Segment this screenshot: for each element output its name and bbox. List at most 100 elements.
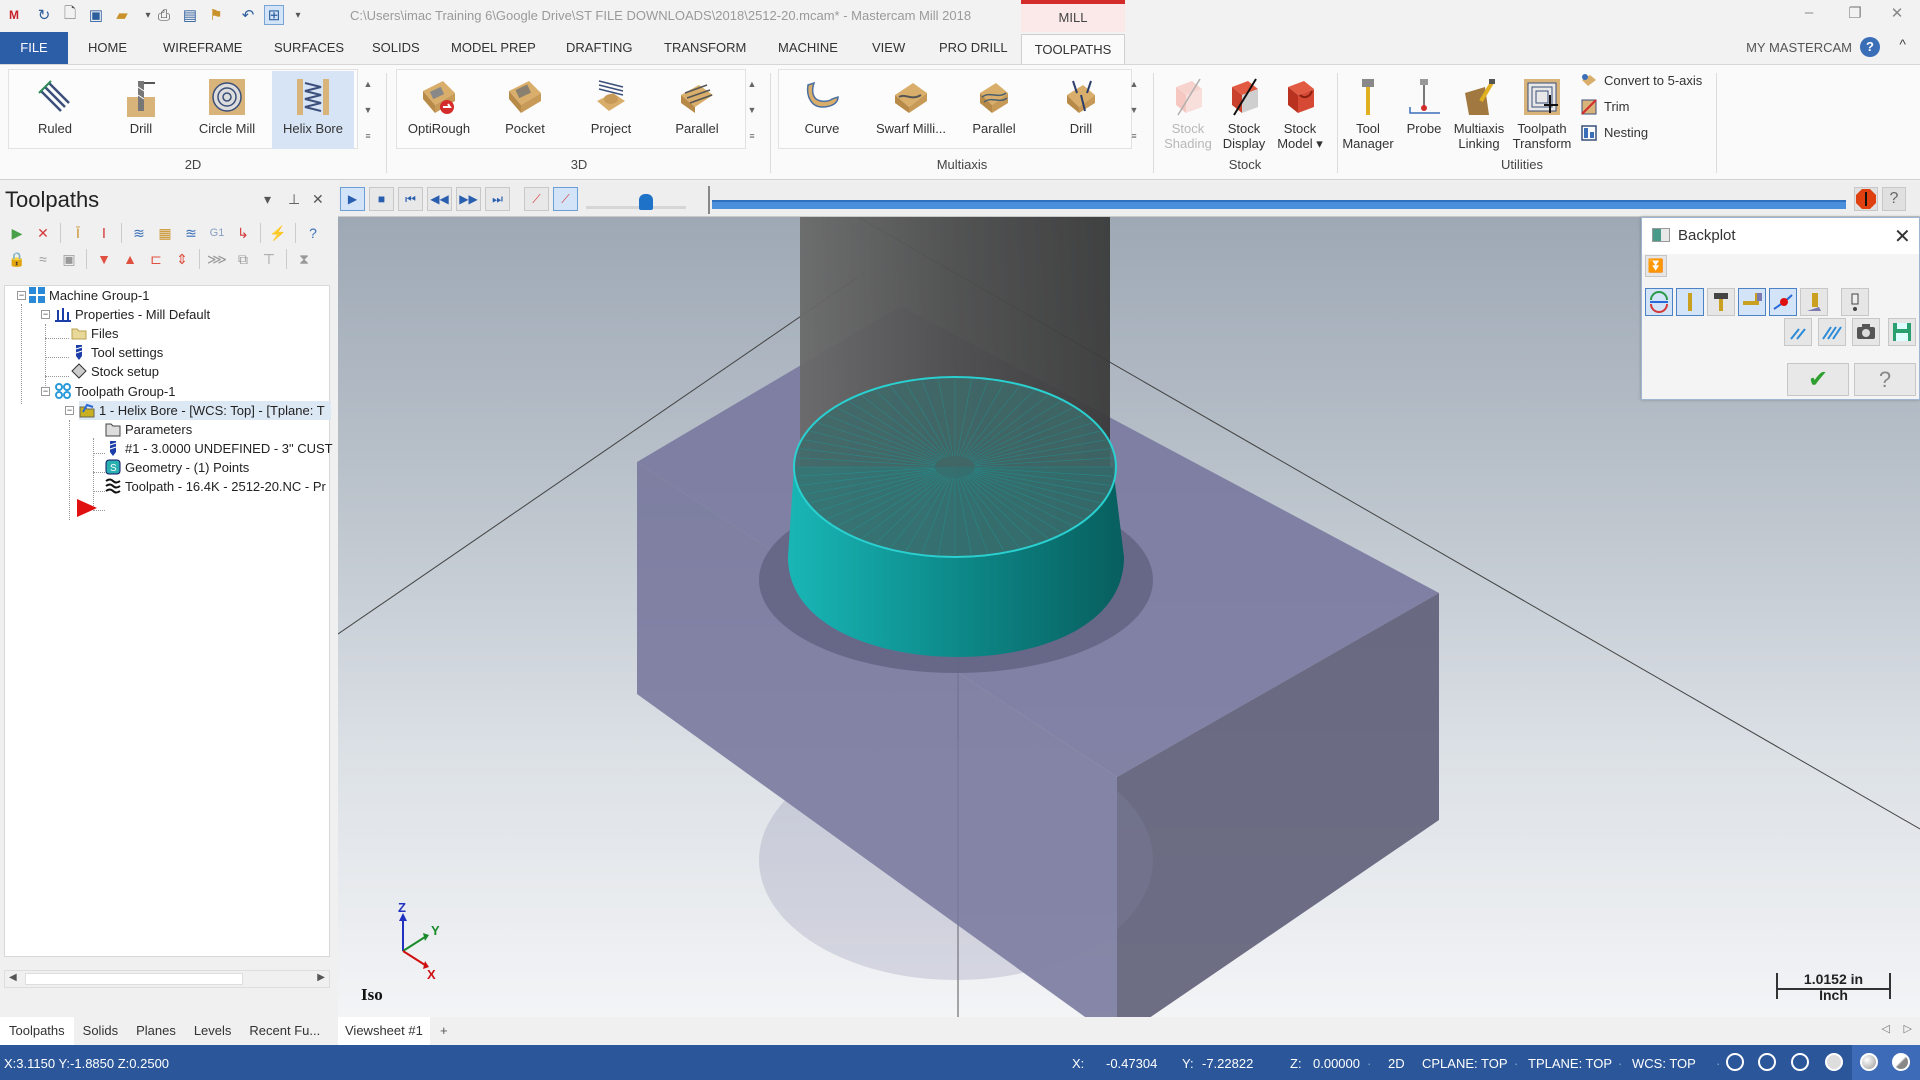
- lock-icon[interactable]: 🔒: [6, 248, 28, 270]
- display-all-toolpaths-icon[interactable]: [1818, 318, 1846, 346]
- wcs-indicator[interactable]: WCS: TOP: [1632, 1056, 1696, 1071]
- z-value[interactable]: 0.00000: [1313, 1056, 1360, 1071]
- print-icon[interactable]: ⎙: [154, 5, 174, 25]
- close-button[interactable]: ✕: [1882, 4, 1912, 26]
- tab-transform[interactable]: TRANSFORM: [656, 32, 754, 64]
- expand-toggle[interactable]: −: [17, 291, 26, 300]
- minimize-button[interactable]: –: [1794, 4, 1824, 26]
- speed-slider-handle[interactable]: [639, 194, 653, 210]
- ok-button[interactable]: ✔: [1787, 363, 1849, 396]
- expand-toggle[interactable]: −: [41, 387, 50, 396]
- mode-2d-3d-toggle[interactable]: 2D: [1388, 1056, 1405, 1071]
- panel-menu-icon[interactable]: ▾: [264, 191, 271, 208]
- tab-model-prep[interactable]: MODEL PREP: [443, 32, 544, 64]
- view-toggle-icon[interactable]: ⊞: [264, 5, 284, 25]
- display-holder-icon[interactable]: [1707, 288, 1735, 316]
- add-viewsheet-button[interactable]: +: [440, 1017, 448, 1045]
- convert-to-5-axis-button[interactable]: Convert to 5-axis: [1580, 71, 1702, 91]
- wireframe-globe-icon[interactable]: [1726, 1053, 1744, 1071]
- help-icon[interactable]: ?: [1860, 37, 1880, 57]
- display-selected-only-icon[interactable]: ⋙: [206, 248, 228, 270]
- tab-manager-toolpaths[interactable]: Toolpaths: [0, 1017, 74, 1045]
- circle-mill-button[interactable]: Circle Mill: [186, 71, 268, 149]
- toggle-posting-icon[interactable]: ▣: [58, 248, 80, 270]
- tab-file[interactable]: FILE: [0, 32, 68, 64]
- dialog-close-button[interactable]: ✕: [1894, 224, 1911, 249]
- tree-node-tool-settings[interactable]: Tool settings: [71, 343, 163, 362]
- stock-shading-button[interactable]: Stock Shading: [1160, 71, 1216, 151]
- tree-node-toolpath[interactable]: Toolpath - 16.4K - 2512-20.NC - Pr: [105, 477, 326, 496]
- tab-pro-drill[interactable]: PRO DRILL: [931, 32, 1016, 64]
- shade-tool-icon[interactable]: [1800, 288, 1828, 316]
- stock-display-button[interactable]: Stock Display: [1216, 71, 1272, 151]
- verify-icon[interactable]: ▦: [154, 222, 176, 244]
- show-toolpath-button[interactable]: ⟋: [524, 187, 549, 211]
- select-all-dirty-icon[interactable]: Ī: [67, 222, 89, 244]
- scrollbar-thumb[interactable]: [25, 973, 243, 985]
- tab-manager-solids[interactable]: Solids: [74, 1017, 127, 1045]
- pin-icon[interactable]: ⊥: [288, 191, 300, 208]
- tab-view[interactable]: VIEW: [864, 32, 913, 64]
- curve-button[interactable]: Curve: [781, 71, 863, 149]
- stop-conditions-icon[interactable]: [1854, 187, 1878, 211]
- shaded-with-edges-icon[interactable]: [1860, 1053, 1878, 1071]
- restore-button[interactable]: ❐: [1840, 4, 1870, 26]
- tree-node-parameters[interactable]: Parameters: [105, 420, 192, 439]
- save-icon[interactable]: ▣: [86, 5, 106, 25]
- display-toolpath-lines-icon[interactable]: [1784, 318, 1812, 346]
- tree-node-machine-group[interactable]: Machine Group-1: [29, 286, 149, 305]
- screenshot-icon[interactable]: [1852, 318, 1880, 346]
- play-button[interactable]: ▶: [340, 187, 365, 211]
- tab-manager-recent-functions[interactable]: Recent Fu...: [240, 1017, 329, 1045]
- step-forward-end-button[interactable]: ⏭: [485, 187, 510, 211]
- tree-node-files[interactable]: Files: [71, 324, 118, 343]
- x-value[interactable]: -0.47304: [1106, 1056, 1157, 1071]
- translucency-icon[interactable]: [1892, 1053, 1910, 1071]
- tab-manager-levels[interactable]: Levels: [185, 1017, 241, 1045]
- stock-model-button[interactable]: Stock Model ▾: [1272, 71, 1328, 151]
- cplane-indicator[interactable]: CPLANE: TOP: [1422, 1056, 1508, 1071]
- tree-node-properties[interactable]: Properties - Mill Default: [55, 305, 210, 324]
- tplane-indicator[interactable]: TPLANE: TOP: [1528, 1056, 1612, 1071]
- hourglass-icon[interactable]: ⧗: [293, 248, 315, 270]
- probe-button[interactable]: Probe: [1398, 71, 1450, 149]
- step-forward-button[interactable]: ▶▶: [456, 187, 481, 211]
- helix-bore-button[interactable]: Helix Bore: [272, 71, 354, 149]
- insert-arrow-icon[interactable]: [77, 499, 97, 520]
- move-up-icon[interactable]: ▲: [119, 248, 141, 270]
- scroll-left-icon[interactable]: ◀: [9, 972, 17, 983]
- show-tool-button[interactable]: ⟋: [553, 187, 578, 211]
- post-selected-icon[interactable]: ↳: [232, 222, 254, 244]
- display-entities-icon[interactable]: [1769, 288, 1797, 316]
- swarf-milling-button[interactable]: Swarf Milli...: [867, 71, 955, 149]
- tree-horizontal-scrollbar[interactable]: ◀ ▶: [4, 970, 330, 988]
- tab-manager-planes[interactable]: Planes: [127, 1017, 185, 1045]
- tab-home[interactable]: HOME: [80, 32, 135, 64]
- y-value[interactable]: -7.22822: [1202, 1056, 1253, 1071]
- tab-toolpaths[interactable]: TOOLPATHS: [1021, 34, 1125, 65]
- backplot-selected-icon[interactable]: ≊: [180, 222, 202, 244]
- scroll-to-insert-icon[interactable]: ⇕: [171, 248, 193, 270]
- flag-icon[interactable]: ⚑: [206, 5, 226, 25]
- optirough-button[interactable]: OptiRough: [398, 71, 480, 149]
- tab-solids[interactable]: SOLIDS: [364, 32, 428, 64]
- parallel-multiaxis-button[interactable]: Parallel: [953, 71, 1035, 149]
- panel-close-icon[interactable]: ✕: [312, 191, 324, 208]
- insert-arrow-icon[interactable]: ⊏: [145, 248, 167, 270]
- nesting-button[interactable]: Nesting: [1580, 123, 1648, 143]
- select-all-operations-icon[interactable]: ▶: [6, 222, 28, 244]
- help-icon[interactable]: ?: [302, 222, 324, 244]
- tab-surfaces[interactable]: SURFACES: [266, 32, 352, 64]
- display-only-selected-icon[interactable]: ⧉: [232, 248, 254, 270]
- drill-2d-button[interactable]: Drill: [100, 71, 182, 149]
- regen-selected-icon[interactable]: ≋: [128, 222, 150, 244]
- display-rapid-moves-icon[interactable]: [1738, 288, 1766, 316]
- hidden-line-globe-icon[interactable]: [1791, 1053, 1809, 1071]
- multiaxis-linking-button[interactable]: Multiaxis Linking: [1450, 71, 1508, 151]
- toggle-display-icon[interactable]: ≈: [32, 248, 54, 270]
- viewsheet-scroll-right-icon[interactable]: ▷: [1904, 1022, 1912, 1035]
- open-icon[interactable]: ▰: [112, 5, 132, 25]
- quick-access-dropdown-icon[interactable]: ▾: [288, 5, 308, 25]
- save-as-icon[interactable]: ▤: [180, 5, 200, 25]
- project-button[interactable]: Project: [570, 71, 652, 149]
